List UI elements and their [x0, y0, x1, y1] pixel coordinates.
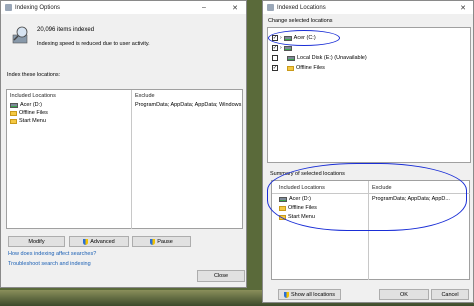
uac-shield-icon — [83, 238, 89, 245]
uac-shield-icon — [150, 238, 156, 245]
close-label: Close — [213, 273, 229, 279]
index-these-locations-label: Index these locations: — [7, 72, 61, 78]
list-item-exclude: ProgramData; AppData; AppData; Windows — [135, 102, 242, 108]
close-button[interactable]: Close — [197, 270, 245, 282]
tree-item[interactable]: ✓ › — [272, 45, 294, 51]
show-all-label: Show all locations — [290, 291, 336, 298]
list-item-name: Start Menu — [19, 118, 46, 124]
indexing-options-title: Indexing Options — [15, 4, 61, 11]
column-header-exclude: Exclude — [135, 93, 155, 99]
ok-label: OK — [400, 291, 408, 298]
pause-label: Pause — [157, 238, 173, 245]
uac-shield-icon — [283, 291, 289, 298]
advanced-button[interactable]: Advanced — [69, 236, 129, 247]
indexing-options-window: Indexing Options – ✕ 20,096 items indexe… — [0, 0, 247, 288]
list-item-name: Acer (D:) — [20, 102, 42, 108]
column-header-included: Included Locations — [10, 93, 56, 99]
advanced-label: Advanced — [90, 238, 115, 245]
column-divider — [131, 90, 132, 229]
troubleshoot-link[interactable]: Troubleshoot search and indexing — [8, 261, 91, 267]
offline-files-icon — [287, 65, 294, 71]
change-selected-locations-label: Change selected locations — [268, 18, 333, 24]
close-window-button[interactable]: ✕ — [227, 1, 243, 14]
minimize-button[interactable]: – — [196, 1, 212, 14]
tree-item[interactable]: Local Disk (E:) (Unavailable) — [272, 55, 367, 61]
modify-label: Modify — [28, 238, 45, 245]
tree-item[interactable]: ✓ Offline Files — [272, 65, 325, 71]
offline-files-icon — [10, 110, 17, 116]
drive-icon — [283, 45, 292, 51]
indexed-locations-title: Indexed Locations — [277, 4, 326, 11]
checkbox[interactable]: ✓ — [272, 65, 278, 71]
close-window-button[interactable]: ✕ — [455, 1, 471, 14]
tree-item-name: Offline Files — [296, 65, 325, 71]
location-tree[interactable]: ✓ › Acer (C:) ✓ › Local Disk (E:) (Unava… — [267, 27, 471, 163]
list-item[interactable]: Offline Files — [10, 110, 48, 116]
ok-button[interactable]: OK — [379, 289, 429, 300]
show-all-locations-button[interactable]: Show all locations — [278, 289, 341, 300]
cancel-label: Cancel — [441, 291, 459, 298]
drive-icon — [287, 55, 295, 61]
items-indexed-text: 20,096 items indexed — [37, 27, 95, 33]
pause-button[interactable]: Pause — [132, 236, 191, 247]
list-item[interactable]: Start Menu — [10, 118, 46, 124]
start-menu-icon — [10, 118, 17, 124]
indexing-icon — [5, 4, 12, 11]
list-item[interactable]: Acer (D:) — [10, 102, 42, 108]
expand-chevron-icon[interactable]: › — [280, 45, 282, 51]
tree-item-name: Local Disk (E:) (Unavailable) — [297, 55, 367, 61]
cancel-button[interactable]: Cancel — [431, 289, 469, 300]
indexed-locations-titlebar: Indexed Locations — [263, 1, 473, 14]
how-indexing-affects-searches-link[interactable]: How does indexing affect searches? — [8, 251, 96, 257]
checkbox[interactable] — [272, 55, 278, 61]
modify-button[interactable]: Modify — [8, 236, 65, 247]
indexing-status-text: Indexing speed is reduced due to user ac… — [37, 41, 150, 47]
annotation-ellipse-acer-c — [268, 30, 340, 46]
checkbox[interactable]: ✓ — [272, 45, 278, 51]
indexed-locations-list[interactable]: Included Locations Exclude Acer (D:) Pro… — [6, 89, 243, 229]
annotation-ellipse-summary — [267, 163, 467, 231]
indexing-icon — [267, 4, 274, 11]
indexing-status-icon — [11, 25, 29, 45]
list-item-name: Offline Files — [19, 110, 48, 116]
drive-icon — [10, 102, 18, 108]
